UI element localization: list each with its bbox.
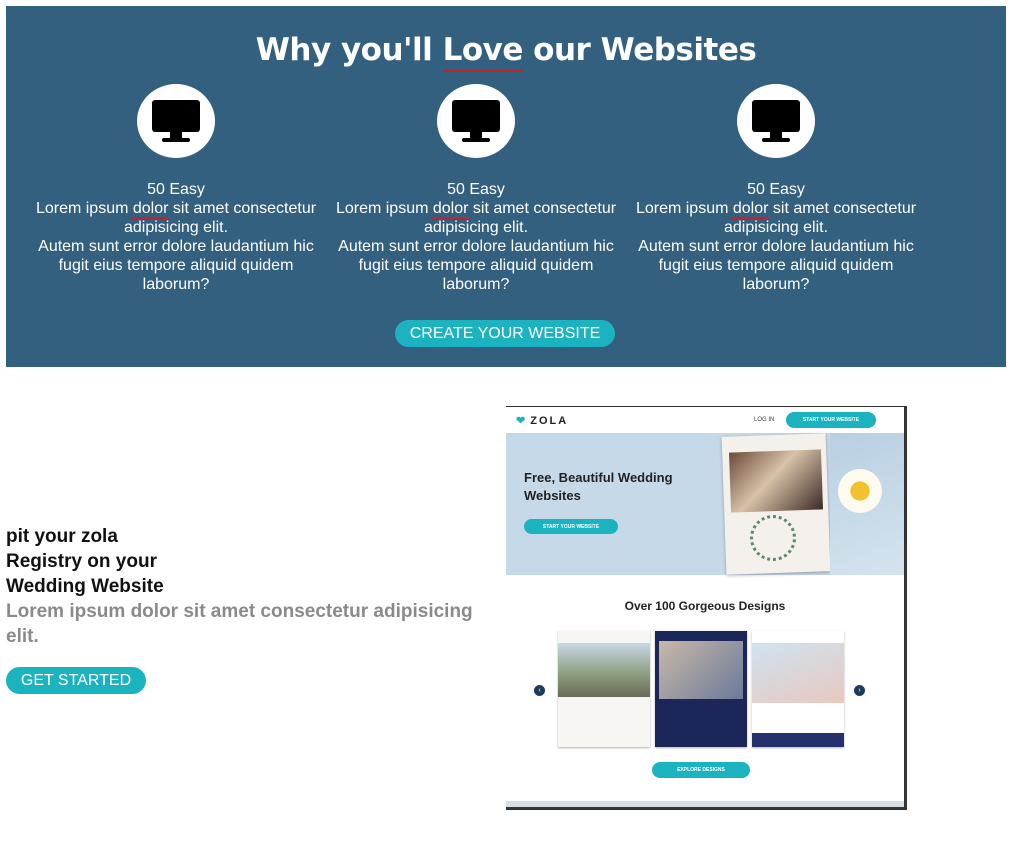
chevron-left-icon: ‹: [534, 685, 545, 696]
preview-designs-title: Over 100 Gorgeous Designs: [624, 599, 786, 613]
promo-description: Lorem ipsum dolor sit amet consectetur a…: [6, 601, 473, 647]
feature-card: 50 Easy Lorem ipsum dolor sit amet conse…: [26, 84, 326, 294]
promo-title-line: Wedding Website: [6, 576, 164, 597]
preview-nav: ❤ ZOLA LOG IN START YOUR WEBSITE: [506, 407, 904, 435]
feature-card: 50 Easy Lorem ipsum dolor sit amet conse…: [326, 84, 626, 294]
monitor-icon: [737, 84, 815, 158]
feature-highlight: dolor: [430, 200, 470, 220]
wreath-graphic: [750, 515, 796, 561]
feature-heading: 50 Easy: [747, 181, 805, 198]
monitor-icon: [137, 84, 215, 158]
feature-highlight: dolor: [730, 200, 770, 220]
title-text-before: Why you'll: [255, 32, 443, 68]
preview-banner-title: Free, Beautiful Wedding Websites: [524, 470, 673, 503]
flower-graphic: [838, 469, 882, 513]
promo-title: pit your zola Registry on your Wedding W…: [6, 524, 206, 599]
heart-icon: ❤: [516, 415, 528, 427]
title-text-after: our Websites: [522, 32, 757, 68]
section-title: Why you'll Love our Websites: [6, 32, 1006, 72]
design-bar: [752, 733, 844, 747]
preview-footer: [506, 801, 904, 807]
preview-start-button: START YOUR WEBSITE: [786, 412, 876, 428]
feature-text-1: Lorem ipsum dolor sit amet consectetur a…: [26, 199, 326, 237]
design-photo: [659, 641, 743, 699]
preview-login: LOG IN: [754, 417, 775, 423]
title-highlight: Love: [442, 32, 523, 72]
logo-text: ZOLA: [530, 415, 569, 427]
design-thumbnail: [752, 631, 844, 747]
feature-text-2: Autem sunt error dolore laudantium hic f…: [638, 238, 914, 293]
design-photo: [752, 643, 844, 703]
design-photo: [558, 643, 650, 697]
registry-promo: pit your zola Registry on your Wedding W…: [6, 524, 496, 649]
promo-title-line: Registry on your: [6, 551, 157, 572]
feature-card: 50 Easy Lorem ipsum dolor sit amet conse…: [626, 84, 926, 294]
promo-title-line: pit your zola: [6, 526, 118, 547]
monitor-icon: [437, 84, 515, 158]
feature-highlight: dolor: [130, 200, 170, 220]
preview-explore-button: EXPLORE DESIGNS: [652, 762, 750, 778]
feature-text-2: Autem sunt error dolore laudantium hic f…: [338, 238, 614, 293]
couple-photo: [728, 449, 824, 513]
zola-logo: ❤ ZOLA: [516, 414, 568, 427]
feature-text-part: Lorem ipsum: [635, 200, 733, 217]
feature-text-part: Lorem ipsum: [35, 200, 133, 217]
feature-heading: 50 Easy: [447, 181, 505, 198]
feature-text-1: Lorem ipsum dolor sit amet consectetur a…: [626, 199, 926, 237]
design-thumbnail: [558, 631, 650, 747]
feature-text-2: Autem sunt error dolore laudantium hic f…: [38, 238, 314, 293]
why-love-section: Why you'll Love our Websites 50 Easy Lor…: [6, 6, 1006, 367]
preview-banner-button: START YOUR WEBSITE: [524, 519, 618, 534]
feature-heading: 50 Easy: [147, 181, 205, 198]
create-website-button[interactable]: CREATE YOUR WEBSITE: [395, 320, 615, 347]
zola-website-preview: ❤ ZOLA LOG IN START YOUR WEBSITE Free, Be…: [506, 406, 907, 810]
chevron-right-icon: ›: [854, 685, 865, 696]
get-started-button[interactable]: GET STARTED: [6, 667, 146, 694]
feature-text-1: Lorem ipsum dolor sit amet consectetur a…: [326, 199, 626, 237]
feature-text-part: Lorem ipsum: [335, 200, 433, 217]
design-thumbnail: [655, 631, 747, 747]
